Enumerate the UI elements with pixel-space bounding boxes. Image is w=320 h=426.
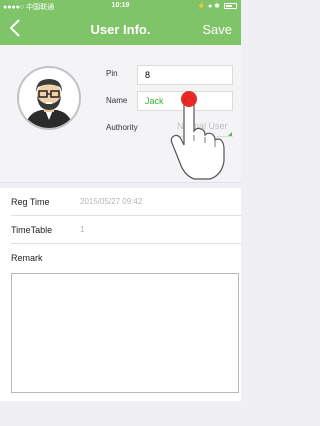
user-avatar-icon [25, 79, 73, 128]
status-bar: ●●●●○ 中国联通 10:19 ⚡ ● ✱ [0, 0, 241, 13]
reg-time-label: Reg Time [11, 197, 50, 207]
timetable-label: TimeTable [11, 225, 53, 235]
pin-label: Pin [106, 69, 118, 78]
pin-field[interactable]: 8 [137, 65, 233, 85]
status-icons: ⚡ ● ✱ [197, 3, 221, 10]
authority-label: Authority [106, 123, 138, 132]
save-button[interactable]: Save [202, 22, 232, 37]
reg-time-value: 2015/05/27 09:42 [80, 197, 143, 206]
battery-icon [224, 3, 237, 9]
status-indicators: ⚡ ● ✱ [197, 2, 237, 10]
reg-time-row: Reg Time 2015/05/27 09:42 [0, 188, 241, 216]
tap-gesture-icon [170, 91, 225, 180]
timetable-value: 1 [80, 225, 85, 234]
avatar[interactable] [17, 66, 81, 130]
remark-textarea[interactable] [11, 273, 239, 393]
remark-label: Remark [11, 253, 43, 263]
name-label: Name [106, 96, 128, 105]
remark-section: Remark [0, 244, 241, 401]
navigation-bar: User Info. Save [0, 13, 241, 45]
timetable-row[interactable]: TimeTable 1 [0, 216, 241, 244]
